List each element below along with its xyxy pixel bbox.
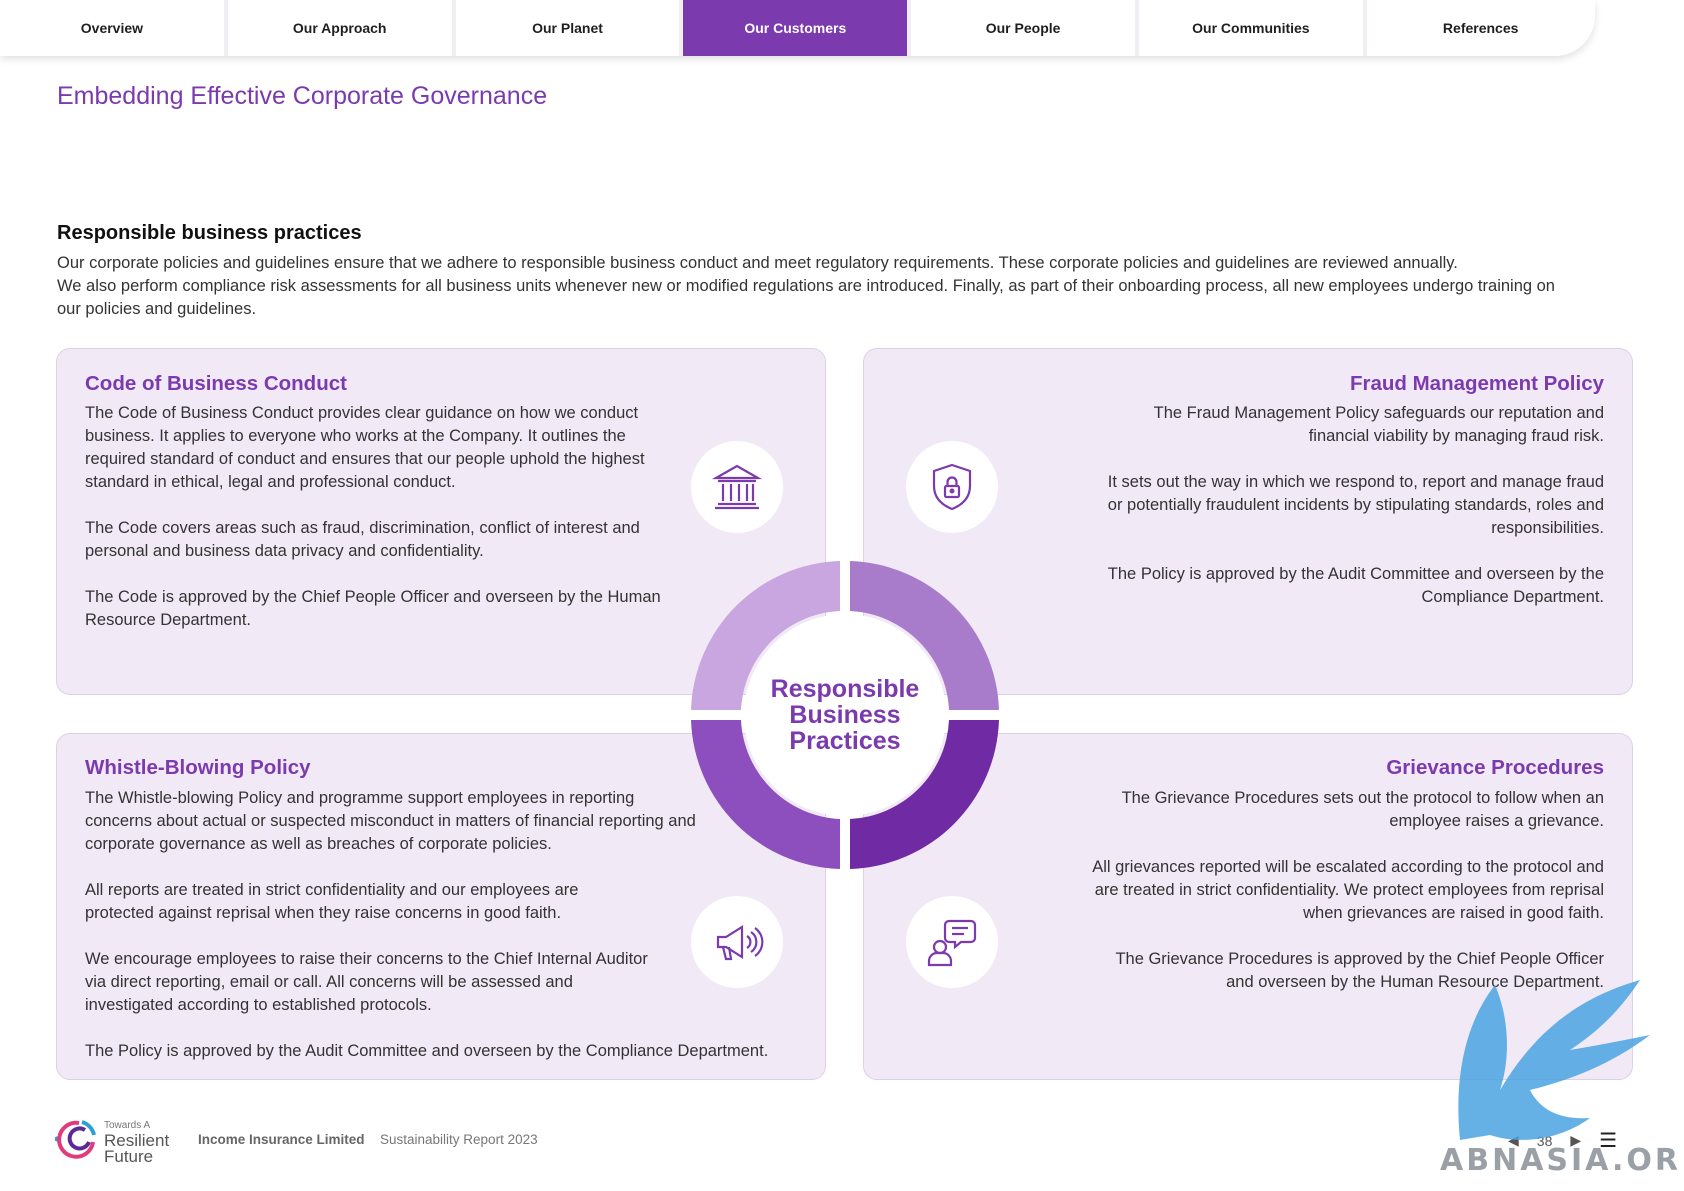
tab-our-planet[interactable]: Our Planet bbox=[456, 0, 684, 56]
card-paragraph: The Fraud Management Policy safeguards o… bbox=[1153, 404, 1604, 445]
report-name: Sustainability Report 2023 bbox=[380, 1132, 538, 1147]
card-paragraph: The Whistle-blowing Policy and programme… bbox=[85, 789, 696, 853]
tab-overview[interactable]: Overview bbox=[0, 0, 228, 56]
tab-our-people[interactable]: Our People bbox=[911, 0, 1139, 56]
intro-text: Our corporate policies and guidelines en… bbox=[57, 252, 1617, 321]
intro-paragraph: We also perform compliance risk assessme… bbox=[57, 277, 1555, 318]
card-paragraph: It sets out the way in which we respond … bbox=[1107, 473, 1604, 537]
card-heading: Code of Business Conduct bbox=[85, 372, 347, 395]
card-paragraph: The Code covers areas such as fraud, dis… bbox=[85, 519, 640, 560]
center-label-line: Business bbox=[789, 701, 901, 729]
card-paragraph: The Code of Business Conduct provides cl… bbox=[85, 404, 645, 491]
logo-line: Future bbox=[104, 1147, 154, 1166]
top-navigation: Overview Our Approach Our Planet Our Cus… bbox=[0, 0, 1595, 56]
tab-our-approach[interactable]: Our Approach bbox=[228, 0, 456, 56]
tab-our-customers[interactable]: Our Customers bbox=[683, 0, 912, 56]
card-paragraph: The Code is approved by the Chief People… bbox=[85, 588, 661, 629]
card-paragraph: All grievances reported will be escalate… bbox=[1092, 858, 1604, 922]
card-body: The Fraud Management Policy safeguards o… bbox=[1064, 402, 1604, 632]
shield-lock-icon bbox=[906, 441, 998, 533]
card-body: The Whistle-blowing Policy and programme… bbox=[85, 787, 768, 1086]
person-chat-icon bbox=[906, 896, 998, 988]
card-heading: Fraud Management Policy bbox=[1349, 372, 1604, 395]
card-heading: Grievance Procedures bbox=[1386, 756, 1604, 779]
watermark-logo: ABNASIA.ORG bbox=[1440, 980, 1680, 1175]
card-paragraph: The Policy is approved by the Audit Comm… bbox=[1107, 565, 1604, 606]
card-paragraph: We encourage employees to raise their co… bbox=[85, 950, 648, 1014]
center-label-line: Responsible bbox=[770, 675, 920, 703]
tab-references[interactable]: References bbox=[1367, 0, 1595, 56]
card-paragraph: The Grievance Procedures sets out the pr… bbox=[1121, 789, 1604, 830]
page-title: Embedding Effective Corporate Governance bbox=[57, 82, 548, 110]
watermark-text: ABNASIA.ORG bbox=[1440, 1143, 1680, 1175]
card-heading: Whistle-Blowing Policy bbox=[85, 756, 311, 779]
company-name: Income Insurance Limited bbox=[198, 1132, 365, 1147]
megaphone-icon bbox=[691, 896, 783, 988]
center-label-line: Practices bbox=[789, 727, 901, 755]
section-heading: Responsible business practices bbox=[57, 222, 362, 244]
card-body: The Code of Business Conduct provides cl… bbox=[85, 402, 665, 655]
center-label: Responsible Business Practices bbox=[691, 561, 999, 869]
bank-building-icon bbox=[691, 441, 783, 533]
card-paragraph: The Policy is approved by the Audit Comm… bbox=[85, 1042, 769, 1060]
card-paragraph: All reports are treated in strict confid… bbox=[85, 881, 579, 922]
tab-our-communities[interactable]: Our Communities bbox=[1139, 0, 1367, 56]
logo-tagline: Towards A Resilient Future bbox=[104, 1119, 169, 1165]
intro-paragraph: Our corporate policies and guidelines en… bbox=[57, 254, 1458, 272]
